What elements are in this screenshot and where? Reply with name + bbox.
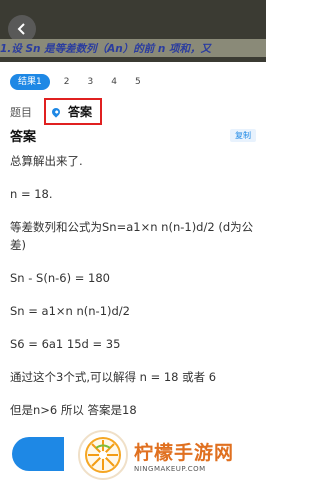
lemon-logo-icon: [78, 430, 128, 480]
watermark-name: 柠檬手游网: [134, 441, 235, 464]
tab-result-2[interactable]: 2: [64, 75, 70, 89]
copy-button[interactable]: 复制: [230, 129, 256, 142]
tab-answer-label: 答案: [68, 105, 93, 119]
answer-line: 但是n>6 所以 答案是18: [10, 403, 137, 417]
watermark: 柠檬手游网 NINGMAKEUP.COM: [78, 430, 234, 480]
answer-line: n = 18.: [10, 187, 53, 201]
question-preview-text: 1.设 Sn 是等差数列（An）的前 n 项和，又: [0, 43, 212, 55]
answer-content: 总算解出来了. n = 18. 等差数列和公式为Sn=a1×n n(n-1)d/…: [10, 152, 255, 434]
camera-photo-background: 1.设 Sn 是等差数列（An）的前 n 项和，又: [0, 0, 266, 62]
content-switcher: 题目 答案: [10, 98, 103, 125]
bottom-action-button[interactable]: [12, 437, 64, 471]
tab-result-5[interactable]: 5: [135, 75, 141, 89]
tab-answer[interactable]: 答案: [44, 98, 103, 125]
watermark-domain: NINGMAKEUP.COM: [134, 464, 206, 473]
tab-result-4[interactable]: 4: [111, 75, 117, 89]
answer-title: 答案: [10, 130, 37, 145]
chevron-left-icon: [17, 23, 25, 35]
answer-line: Sn - S(n-6) = 180: [10, 271, 110, 285]
tab-result-3[interactable]: 3: [87, 75, 93, 89]
answer-line: S6 = 6a1 15d = 35: [10, 337, 121, 351]
tab-result-1[interactable]: 结果1: [10, 74, 50, 90]
tab-question[interactable]: 题目: [10, 104, 32, 120]
answer-line: 等差数列和公式为Sn=a1×n n(n-1)d/2 (d为公差): [10, 220, 254, 252]
result-tabs: 结果1 2 3 4 5: [10, 74, 159, 90]
location-pin-icon: [50, 105, 62, 118]
answer-line: 通过这个3个式,可以解得 n = 18 或者 6: [10, 370, 217, 384]
answer-line: 总算解出来了.: [10, 154, 83, 168]
answer-line: Sn = a1×n n(n-1)d/2: [10, 304, 130, 318]
